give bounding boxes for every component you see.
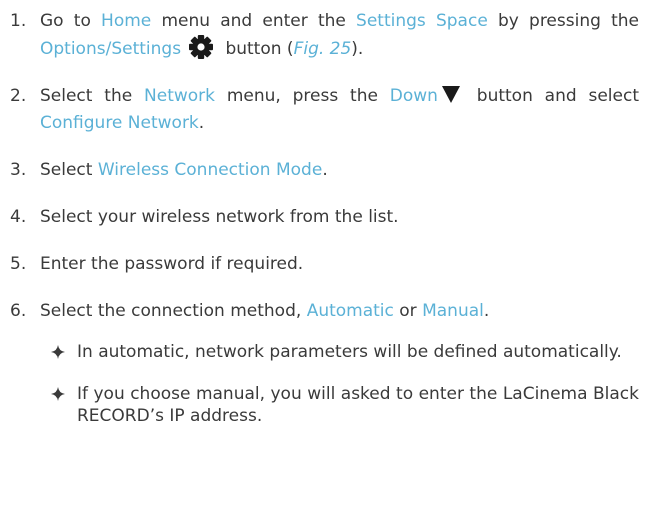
configure-network-label: Configure Network (40, 113, 199, 133)
step-1: 1. Go to Home menu and enter the Setting… (10, 8, 639, 63)
options-settings-label: Options/Settings (40, 39, 182, 59)
step-text-part: Go to (40, 11, 102, 31)
step-text: Select the Network menu, press the Down … (40, 83, 639, 137)
home-menu-label: Home (101, 11, 152, 31)
step-text-part: button ( (220, 39, 294, 59)
step-text: Enter the password if required. (40, 254, 304, 274)
step-text-part: Select (40, 160, 98, 180)
step-3: 3. Select Wireless Connection Mode. (10, 157, 639, 184)
automatic-option-label: Automatic (306, 301, 394, 321)
step-text-part: ). (351, 39, 364, 59)
step-text-part: or (393, 301, 423, 321)
step-number: 5. (10, 254, 27, 274)
sub-bullet-list: In automatic, network parameters will be… (10, 341, 639, 427)
step-number: 6. (10, 301, 27, 321)
step-text: Select the connection method, Automatic … (40, 298, 639, 325)
step-number: 3. (10, 160, 27, 180)
network-menu-label: Network (144, 86, 215, 106)
step-text: Select Wireless Connection Mode. (40, 157, 639, 184)
settings-space-label: Settings Space (356, 11, 488, 31)
step-text-part: . (322, 160, 328, 180)
step-number: 1. (10, 11, 27, 31)
gear-icon (189, 35, 214, 59)
step-number: 4. (10, 207, 27, 227)
four-point-star-icon (51, 341, 77, 363)
step-text-part: button and select (464, 86, 640, 106)
instruction-steps: 1. Go to Home menu and enter the Setting… (10, 8, 639, 325)
bullet-item-automatic: In automatic, network parameters will be… (51, 341, 639, 363)
bullet-text: In automatic, network parameters will be… (77, 342, 622, 362)
document-page: 1. Go to Home menu and enter the Setting… (0, 0, 651, 529)
step-text-part: . (198, 113, 205, 133)
step-text-part: Select the connection method, (40, 301, 307, 321)
bullet-text: If you choose manual, you will asked to … (77, 384, 639, 426)
step-text: Select your wireless network from the li… (40, 207, 399, 227)
step-4: 4. Select your wireless network from the… (10, 204, 639, 231)
step-text-part: menu, press the (215, 86, 390, 106)
down-button-label: Down (389, 86, 438, 106)
down-triangle-icon (441, 86, 460, 103)
step-5: 5. Enter the password if required. (10, 251, 639, 278)
step-text-part: menu and enter the (151, 11, 357, 31)
step-text-part: . (483, 301, 490, 321)
step-text: Go to Home menu and enter the Settings S… (40, 8, 639, 63)
step-6: 6. Select the connection method, Automat… (10, 298, 639, 325)
step-text-part: by pressing the (487, 11, 639, 31)
step-2: 2. Select the Network menu, press the Do… (10, 83, 639, 137)
manual-option-label: Manual (422, 301, 484, 321)
step-text-part: Select the (40, 86, 145, 106)
four-point-star-icon (51, 383, 77, 405)
figure-reference: Fig. 25 (293, 39, 352, 59)
step-number: 2. (10, 86, 27, 106)
bullet-item-manual: If you choose manual, you will asked to … (51, 383, 639, 427)
wireless-connection-mode-label: Wireless Connection Mode (97, 160, 323, 180)
